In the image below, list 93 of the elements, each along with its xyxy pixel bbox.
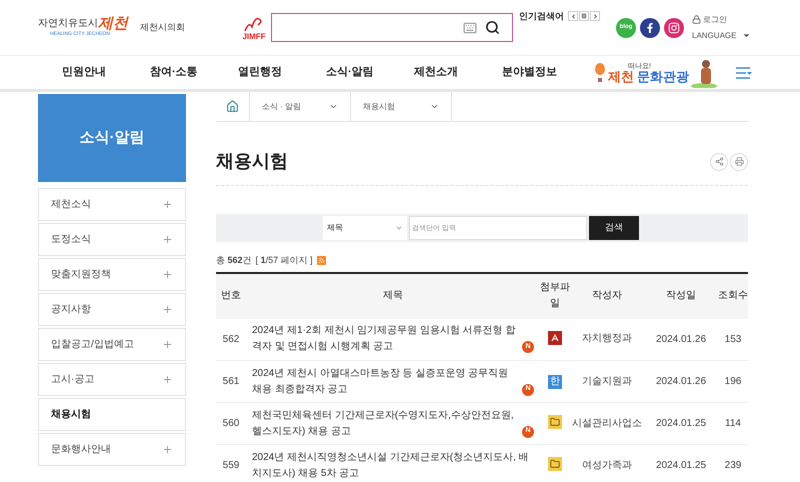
page-indicator: [ 1/57 페이지 ]: [256, 254, 313, 267]
nav-menu-item[interactable]: 분야별정보: [502, 64, 590, 81]
print-icon: [734, 157, 744, 166]
sidebar-item[interactable]: 채용시험: [38, 398, 186, 431]
chevron-right-icon: [592, 12, 598, 20]
search-button[interactable]: 검색: [589, 216, 639, 240]
search-field-select[interactable]: 제목: [323, 216, 407, 240]
expand-icon[interactable]: [162, 269, 173, 280]
table-cell: 562: [216, 318, 246, 360]
sidebar-item[interactable]: 도정소식: [38, 223, 186, 256]
folder-file-icon[interactable]: [548, 415, 562, 429]
share-icon: [714, 157, 724, 166]
next-button[interactable]: [590, 11, 600, 21]
hwp-file-icon[interactable]: 한: [548, 375, 562, 389]
table-cell: 기술지원과: [570, 360, 644, 402]
column-header: 첨부파일: [540, 272, 570, 318]
banner-city: 제천: [608, 70, 634, 82]
keyboard-icon[interactable]: [463, 20, 477, 34]
sidebar-item[interactable]: 공지사항: [38, 293, 186, 326]
table-cell: 2024.01.26: [644, 360, 718, 402]
search-field[interactable]: [271, 13, 513, 42]
breadcrumb-dropdown[interactable]: 소식 · 알림: [250, 92, 351, 121]
nav-menu-item[interactable]: 참여·소통: [150, 64, 238, 81]
caret-icon: [395, 224, 403, 232]
column-header: 작성일: [644, 272, 718, 318]
home-icon[interactable]: [226, 100, 239, 113]
post-title-link[interactable]: 제천국민체육센터 기간제근로자(수영지도자,수상안전요원,헬스지도자) 채용 공고: [252, 408, 519, 440]
section-title: 소식·알림: [80, 128, 144, 148]
table-cell: 시설관리사업소: [570, 402, 644, 444]
post-title-link[interactable]: 2024년 제천시직영청소년시설 기간제근로자(청소년지도사, 배치지도사) 채용 5차 공고: [252, 450, 534, 482]
column-header: 번호: [216, 272, 246, 318]
pdf-file-icon[interactable]: [548, 330, 562, 345]
popular-keywords-label: 인기검색어: [519, 10, 564, 23]
share-button[interactable]: [710, 152, 728, 170]
table-cell: 560: [216, 402, 246, 444]
pause-button[interactable]: [579, 11, 589, 21]
post-count: 총 562건: [216, 254, 252, 267]
nav-menu-item[interactable]: 민원안내: [62, 64, 150, 81]
table-cell: 여성가족과: [570, 444, 644, 482]
sidebar-item[interactable]: 제천소식: [38, 188, 186, 221]
balloon-icon: [594, 62, 606, 84]
table-cell: 153: [718, 318, 748, 360]
nav-menu-item[interactable]: 열린행정: [238, 64, 326, 81]
expand-icon[interactable]: [162, 304, 173, 315]
chevron-down-icon: [430, 102, 439, 111]
column-header: 제목: [246, 272, 540, 318]
banner-title: 문화관광: [637, 70, 689, 82]
breadcrumb-dropdown[interactable]: 채용시험: [351, 92, 452, 121]
folder-file-icon[interactable]: [548, 457, 562, 471]
expand-icon[interactable]: [162, 199, 173, 210]
post-title-link[interactable]: 2024년 제1·2회 제천시 임기제공무원 임용시험 서류전형 합격자 및 면접시험 시행계획 공고: [252, 323, 519, 356]
facebook-icon[interactable]: [640, 18, 660, 38]
expand-icon[interactable]: [162, 234, 173, 245]
festival-logo[interactable]: JIMFF: [242, 32, 266, 40]
search-icon[interactable]: [485, 20, 500, 35]
sidebar-item[interactable]: 문화행사안내: [38, 433, 186, 466]
previous-button[interactable]: [568, 11, 578, 21]
table-cell: 자치행정과: [570, 318, 644, 360]
logo-title[interactable]: 자연치유도시: [38, 16, 98, 32]
hiker-illustration-icon: [691, 58, 717, 88]
nav-menu-item[interactable]: 제천소개: [414, 64, 502, 81]
sidebar-item[interactable]: 맞춤지원정책: [38, 258, 186, 291]
page-title: 채용시험: [216, 150, 288, 173]
table-cell: 2024.01.25: [644, 402, 718, 444]
table-cell: 114: [718, 402, 748, 444]
instagram-icon[interactable]: [664, 18, 684, 38]
nav-menu-item[interactable]: 소식·알림: [326, 64, 414, 81]
menu-icon[interactable]: [736, 66, 752, 78]
rss-icon[interactable]: [316, 256, 326, 266]
print-button[interactable]: [730, 152, 748, 170]
council-link[interactable]: 제천시의회: [140, 20, 185, 34]
expand-icon[interactable]: [162, 444, 173, 455]
lock-icon: [692, 15, 701, 24]
table-cell: 196: [718, 360, 748, 402]
table-cell: 561: [216, 360, 246, 402]
table-cell: 2024.01.26: [644, 318, 718, 360]
table-cell: 2024.01.25: [644, 444, 718, 482]
logo-city[interactable]: 제천: [98, 16, 128, 32]
login-link[interactable]: 로그인: [692, 14, 752, 26]
column-header: 조회수: [718, 272, 748, 318]
chevron-left-icon: [570, 12, 576, 20]
chevron-down-icon: [329, 102, 338, 111]
pause-icon: [581, 13, 587, 19]
sidebar-item[interactable]: 입찰공고/입법예고: [38, 328, 186, 361]
column-header: 작성자: [570, 272, 644, 318]
table-cell: 239: [718, 444, 748, 482]
expand-icon[interactable]: [162, 374, 173, 385]
expand-icon[interactable]: [162, 339, 173, 350]
language-button[interactable]: LANGUAGE: [692, 30, 752, 42]
post-title-link[interactable]: 2024년 제천시 아열대스마트농장 등 실증포운영 공무직원 채용 최종합격자 공고: [252, 366, 519, 398]
caret-icon: [742, 31, 752, 40]
table-cell: 559: [216, 444, 246, 482]
sidebar-item[interactable]: 고시·공고: [38, 363, 186, 396]
